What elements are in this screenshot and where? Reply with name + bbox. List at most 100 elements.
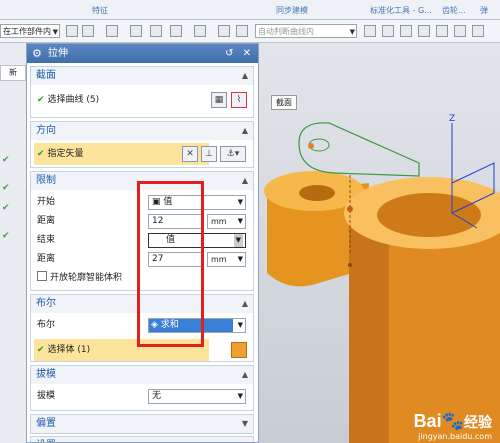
select-body-label: 选择体 (1) — [47, 345, 91, 355]
red-annotation-box — [137, 181, 204, 347]
chevron-down-icon: ▼ — [349, 28, 355, 36]
check-icon: ✔ — [2, 183, 10, 193]
graphics-viewport[interactable]: Z 截面 — [259, 43, 500, 443]
chevron-down-icon: ▼ — [237, 217, 243, 225]
baidu-watermark: Bai🐾经验 jingyan.baidu.com — [414, 411, 492, 441]
follow-fillet-icon[interactable] — [382, 25, 394, 37]
end-unit-select[interactable]: mm ▼ — [207, 252, 246, 267]
check-icon: ✔ — [37, 95, 45, 105]
snap-intersection-icon[interactable] — [472, 25, 484, 37]
boolean-header-label: 布尔 — [36, 298, 56, 309]
plus-cursor-icon[interactable] — [150, 25, 162, 37]
select-body-row[interactable]: ✔ 选择体 (1) — [37, 341, 90, 359]
open-profile-label: 开放轮廓智能体积 — [50, 273, 123, 283]
draft-label: 拔模 — [37, 391, 56, 401]
start-label: 开始 — [37, 197, 56, 207]
ribbon-bar: 特征 同步建模 标准化工具 - G... 齿轮... 弹 — [0, 0, 500, 20]
vector-type-dropdown[interactable]: ⚓▾ — [220, 146, 246, 162]
caret-down-icon: ▼ — [241, 419, 248, 428]
specify-vector-row[interactable]: ✔ 指定矢量 — [37, 145, 84, 163]
chevron-down-icon: ▼ — [237, 392, 243, 400]
curve-rule-icon[interactable] — [170, 25, 182, 37]
selection-toolbar: 在工作部件内 ▼ 自动判断曲线内 ▼ — [0, 20, 500, 43]
vector-handle[interactable] — [347, 206, 353, 212]
caret-up-icon: ▲ — [241, 71, 248, 80]
check-icon: ✔ — [2, 155, 10, 165]
end-distance-label: 距离 — [37, 254, 56, 264]
draft-header[interactable]: 拔模 ▲ — [31, 366, 253, 384]
offset-header[interactable]: 偏置 ▼ — [31, 415, 253, 433]
limits-header-label: 限制 — [36, 175, 56, 186]
chevron-down-icon: ▼ — [52, 28, 58, 36]
ribbon-group-sync-modeling[interactable]: 同步建模 — [276, 5, 308, 16]
select-curve-row[interactable]: ✔ 选择曲线 (5) — [37, 91, 99, 109]
snap-point-icon[interactable] — [106, 25, 118, 37]
settings-header[interactable]: 设置▼ — [31, 437, 253, 442]
direction-header-label: 方向 — [36, 125, 56, 136]
lasso-icon[interactable] — [218, 25, 230, 37]
dialog-title-bar[interactable]: ⚙ 拉伸 ↺ ✕ — [27, 44, 258, 63]
caret-up-icon: ▲ — [241, 176, 248, 185]
gear-icon[interactable]: ⚙ — [32, 44, 42, 63]
direction-panel: 方向 ▲ ✔ 指定矢量 ✕ ⊥ ⚓▾ — [30, 121, 254, 168]
draft-header-label: 拔模 — [36, 369, 56, 380]
start-unit-value: mm — [211, 217, 227, 226]
scope-select-value: 在工作部件内 — [3, 27, 51, 36]
reverse-direction-icon[interactable]: ✕ — [182, 146, 198, 162]
start-unit-select[interactable]: mm ▼ — [207, 214, 246, 229]
section-point[interactable] — [308, 143, 314, 149]
solid-body-icon[interactable] — [231, 342, 247, 358]
ribbon-group-standard-tools[interactable]: 标准化工具 - G... — [370, 5, 432, 16]
watermark-url: jingyan.baidu.com — [418, 432, 492, 441]
section-tag: 截面 — [271, 95, 297, 110]
z-axis-label: Z — [449, 114, 455, 124]
sketch-section-icon[interactable]: ▦ — [211, 92, 227, 108]
offset-panel: 偏置 ▼ — [30, 414, 254, 434]
draft-panel: 拔模 ▲ 拔模 无 ▼ — [30, 365, 254, 411]
dialog-title-buttons[interactable]: ↺ ✕ — [225, 44, 254, 63]
snap-center-icon[interactable] — [436, 25, 448, 37]
vector-end-handle[interactable] — [348, 263, 352, 267]
snap-endpoint-icon[interactable] — [400, 25, 412, 37]
model-tab-hole — [299, 185, 335, 201]
offset-header-label: 偏置 — [36, 418, 56, 429]
left-tab[interactable]: 新 — [0, 65, 26, 81]
box-select-icon[interactable] — [194, 25, 206, 37]
curve-icon[interactable]: ⌇ — [231, 92, 247, 108]
ribbon-group-feature[interactable]: 特征 — [92, 5, 108, 16]
open-profile-row[interactable]: 开放轮廓智能体积 — [37, 269, 122, 287]
watermark-brand-line: Bai🐾经验 — [414, 411, 492, 432]
filter-icon[interactable] — [66, 25, 78, 37]
snap-midpoint-icon[interactable] — [418, 25, 430, 37]
ribbon-group-gear[interactable]: 齿轮... — [442, 5, 466, 16]
cursor-icon[interactable] — [130, 25, 142, 37]
end-unit-value: mm — [211, 255, 227, 264]
section-header[interactable]: 截面 ▲ — [31, 67, 253, 85]
curve-rule-value: 自动判断曲线内 — [258, 27, 314, 36]
model-cylinder-shade — [349, 213, 389, 443]
check-icon: ✔ — [2, 203, 10, 213]
snap-quadrant-icon[interactable] — [454, 25, 466, 37]
select-all-icon[interactable] — [82, 25, 94, 37]
dialog-title: 拉伸 — [48, 48, 68, 59]
settings-panel: 设置▼ — [30, 436, 254, 442]
draft-select[interactable]: 无 ▼ — [148, 389, 246, 404]
check-icon: ✔ — [2, 231, 10, 241]
boolean-label: 布尔 — [37, 320, 56, 330]
direction-header[interactable]: 方向 ▲ — [31, 122, 253, 140]
check-icon: ✔ — [37, 149, 45, 159]
ribbon-group-spring[interactable]: 弹 — [480, 5, 488, 16]
check-icon: ✔ — [37, 345, 45, 355]
scope-select[interactable]: 在工作部件内 ▼ — [0, 24, 60, 38]
vector-dialog-icon[interactable]: ⊥ — [201, 146, 217, 162]
open-profile-checkbox[interactable] — [37, 271, 47, 281]
left-resource-bar: 新 ✔ ✔ ✔ ✔ — [0, 43, 27, 443]
chevron-down-icon: ▼ — [233, 234, 243, 247]
end-label: 结束 — [37, 235, 56, 245]
stop-at-intersection-icon[interactable] — [364, 25, 376, 37]
watermark-brand: Bai — [413, 411, 442, 431]
curve-rule-select[interactable]: 自动判断曲线内 ▼ — [255, 24, 357, 38]
specify-vector-label: 指定矢量 — [47, 149, 84, 159]
point-icon[interactable] — [236, 25, 248, 37]
section-panel: 截面 ▲ ✔ 选择曲线 (5) ▦ ⌇ — [30, 66, 254, 118]
